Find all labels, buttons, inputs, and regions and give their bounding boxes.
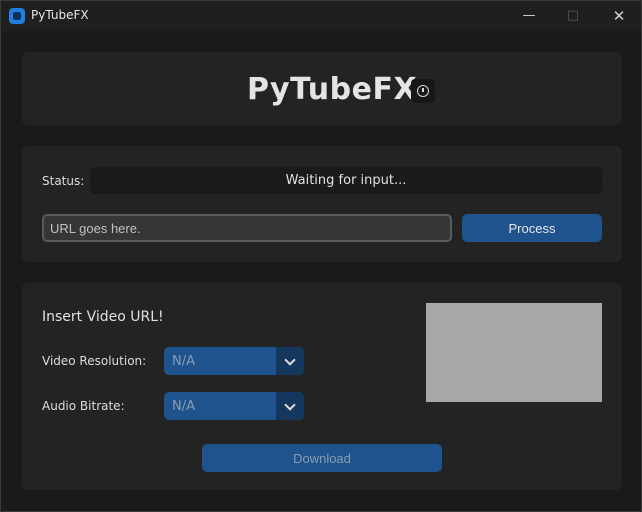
- close-button[interactable]: ✕: [596, 1, 642, 31]
- status-display: Waiting for input...: [90, 167, 602, 194]
- header-panel: PyTubeFX: [22, 52, 622, 125]
- maximize-button[interactable]: □: [550, 1, 596, 31]
- video-resolution-label: Video Resolution:: [42, 354, 147, 368]
- title-bar[interactable]: PyTubeFX — □ ✕: [1, 1, 641, 31]
- info-icon[interactable]: [411, 79, 435, 103]
- url-input[interactable]: [42, 214, 452, 242]
- video-thumbnail: [426, 303, 602, 402]
- chevron-down-icon[interactable]: [276, 392, 304, 420]
- app-window: PyTubeFX — □ ✕ PyTubeFX Status: Waiting …: [0, 0, 642, 512]
- app-logo-icon: [9, 8, 25, 24]
- video-resolution-dropdown[interactable]: N/A: [164, 347, 304, 375]
- audio-bitrate-label: Audio Bitrate:: [42, 399, 125, 413]
- input-panel: Status: Waiting for input... Process: [22, 146, 622, 262]
- video-resolution-value: N/A: [172, 354, 195, 369]
- video-title-label: Insert Video URL!: [42, 309, 164, 325]
- window-title: PyTubeFX: [31, 8, 89, 22]
- download-button[interactable]: Download: [202, 444, 442, 472]
- minimize-button[interactable]: —: [506, 1, 552, 31]
- options-panel: Insert Video URL! Video Resolution: N/A …: [22, 283, 622, 490]
- audio-bitrate-dropdown[interactable]: N/A: [164, 392, 304, 420]
- chevron-down-icon[interactable]: [276, 347, 304, 375]
- app-title: PyTubeFX: [247, 72, 418, 107]
- audio-bitrate-value: N/A: [172, 399, 195, 414]
- process-button[interactable]: Process: [462, 214, 602, 242]
- status-label: Status:: [42, 174, 85, 188]
